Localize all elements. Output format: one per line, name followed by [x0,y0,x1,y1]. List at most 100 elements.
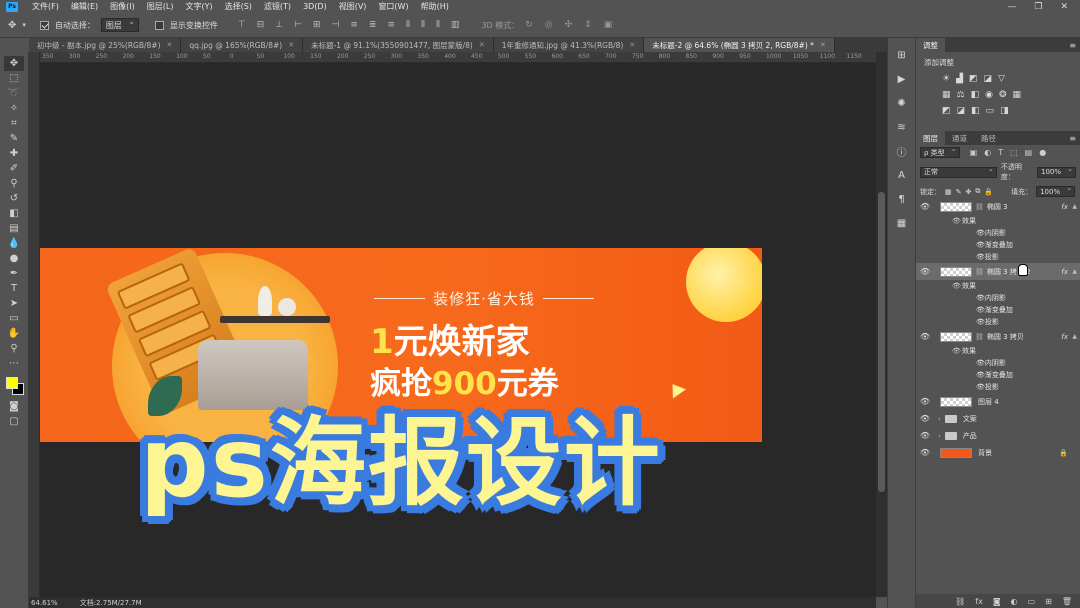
scale-3d-icon[interactable]: ▣ [604,20,613,30]
effect-gradient-overlay[interactable]: 👁 渐变叠加 [916,304,1080,316]
color-balance-icon[interactable]: ⚖ [957,90,965,100]
panel-menu-icon[interactable]: ≡ [1069,41,1076,50]
delete-layer-icon[interactable]: 🗑 [1062,597,1072,606]
healing-brush-tool-icon[interactable]: ✚ [4,146,24,161]
close-tab-icon[interactable]: ✕ [479,41,485,49]
exposure-icon[interactable]: ◪ [984,74,993,84]
selective-color-icon[interactable]: ◨ [1000,106,1009,116]
visibility-eye-icon[interactable]: 👁 [976,318,985,326]
layer-background[interactable]: 👁 背景 🔒 [916,444,1080,461]
properties-panel-icon[interactable]: ≋ [893,120,911,134]
doc-tab-1[interactable]: 初中级 - 副本.jpg @ 25%(RGB/8#) ✕ [29,38,182,52]
expand-chevron-icon[interactable]: › [938,415,941,423]
align-vcenter-icon[interactable]: ⊟ [257,20,265,30]
effect-drop-shadow[interactable]: 👁 投影 [916,251,1080,263]
link-layers-icon[interactable]: ⛓ [955,597,965,606]
filter-toggle-icon[interactable]: ● [1039,148,1046,157]
tool-preset-chevron-icon[interactable]: ▾ [22,21,26,29]
tab-layers[interactable]: 图层 [916,131,945,145]
posterize-icon[interactable]: ◪ [957,106,966,116]
actions-panel-icon[interactable]: ▶ [893,72,911,86]
blend-mode-dropdown[interactable]: 正常 [920,165,997,178]
move-tool-icon[interactable]: ✥ [4,56,24,71]
close-tab-icon[interactable]: ✕ [820,41,826,49]
align-right-icon[interactable]: ⊣ [332,20,340,30]
menu-select[interactable]: 选择(S) [219,1,258,12]
align-left-icon[interactable]: ⊢ [294,20,302,30]
menu-file[interactable]: 文件(F) [26,1,65,12]
layer-ellipse-3-copy-2[interactable]: 👁 ⛓ 椭圆 3 拷贝 2 fx ▲ [916,263,1080,280]
move-tool-icon[interactable]: ✥ [8,20,16,31]
visibility-eye-icon[interactable]: 👁 [952,282,962,290]
doc-tab-5-active[interactable]: 未标题-2 @ 64.6% (椭圆 3 拷贝 2, RGB/8#) * ✕ [644,38,835,52]
eraser-tool-icon[interactable]: ◧ [4,206,24,221]
layer-effects-row[interactable]: 👁 效果 [916,280,1080,292]
channel-mixer-icon[interactable]: ❂ [999,90,1007,100]
distribute-hcenter-icon[interactable]: ⦀ [421,20,425,30]
layer-ellipse-3-copy[interactable]: 👁 ⛓ 椭圆 3 拷贝 fx ▲ [916,328,1080,345]
visibility-eye-icon[interactable]: 👁 [952,347,962,355]
close-icon[interactable]: ✕ [1060,2,1068,12]
character-panel-icon[interactable]: A [893,168,911,182]
vertical-scrollbar[interactable] [876,52,887,597]
menu-filter[interactable]: 滤镜(T) [258,1,297,12]
color-swatches[interactable] [3,375,25,395]
brightness-icon[interactable]: ☀ [942,74,950,84]
auto-align-icon[interactable]: ▥ [451,20,460,30]
doc-tab-2[interactable]: qq.jpg @ 165%(RGB/8#) ✕ [181,38,304,52]
menu-help[interactable]: 帮助(H) [415,1,455,12]
tab-adjustments[interactable]: 调整 [916,38,945,52]
effect-gradient-overlay[interactable]: 👁 渐变叠加 [916,239,1080,251]
visibility-eye-icon[interactable]: 👁 [916,414,934,423]
align-hcenter-icon[interactable]: ⊞ [313,20,321,30]
collapse-arrow-icon[interactable]: ▲ [1072,203,1077,210]
fx-icon[interactable]: fx [1061,203,1068,211]
effect-drop-shadow[interactable]: 👁 投影 [916,316,1080,328]
effect-inner-shadow[interactable]: 👁 内阴影 [916,357,1080,369]
close-tab-icon[interactable]: ✕ [629,41,635,49]
pen-tool-icon[interactable]: ✒ [4,266,24,281]
menu-layer[interactable]: 图层(L) [141,1,180,12]
visibility-eye-icon[interactable]: 👁 [976,359,985,367]
clone-stamp-tool-icon[interactable]: ⚲ [4,176,24,191]
visibility-eye-icon[interactable]: 👁 [976,294,985,302]
invert-icon[interactable]: ◩ [942,106,951,116]
panel-menu-icon[interactable]: ≡ [1069,134,1076,143]
show-transform-checkbox[interactable] [154,20,164,30]
fill-input[interactable]: 100% [1036,184,1076,197]
path-selection-tool-icon[interactable]: ➤ [4,296,24,311]
menu-image[interactable]: 图像(I) [104,1,141,12]
lock-all-icon[interactable]: 🔒 [984,188,993,196]
visibility-eye-icon[interactable]: 👁 [916,397,934,406]
threshold-icon[interactable]: ◧ [971,106,980,116]
doc-tab-4[interactable]: 1年重修通知.jpg @ 41.3%(RGB/8) ✕ [493,38,645,52]
screen-mode-icon[interactable]: ▢ [4,414,24,429]
distribute-right-icon[interactable]: ⦀ [436,20,440,30]
canvas-workspace[interactable]: 装修狂·省大钱 1元焕新家 疯抢900元券 ps海报设计 [40,63,876,597]
pan-3d-icon[interactable]: ✣ [565,20,573,30]
zoom-level[interactable]: 64.61% [31,599,58,607]
gradient-tool-icon[interactable]: ▤ [4,221,24,236]
add-style-icon[interactable]: fx [975,597,983,606]
close-tab-icon[interactable]: ✕ [288,41,294,49]
adjustment-filter-icon[interactable]: ◐ [984,148,991,157]
add-mask-icon[interactable]: ◙ [993,597,1001,606]
black-white-icon[interactable]: ◧ [971,90,980,100]
levels-icon[interactable]: ▟ [956,74,963,84]
zoom-tool-icon[interactable]: ⚲ [4,341,24,356]
lock-pixels-icon[interactable]: ✎ [956,188,962,196]
blur-tool-icon[interactable]: 💧 [4,236,24,251]
effect-gradient-overlay[interactable]: 👁 渐变叠加 [916,369,1080,381]
libraries-panel-icon[interactable]: ▦ [893,216,911,230]
visibility-eye-icon[interactable]: 👁 [952,217,962,225]
type-filter-icon[interactable]: T [998,148,1003,157]
new-group-icon[interactable]: ▭ [1028,597,1036,606]
minimize-icon[interactable]: — [1007,2,1016,12]
opacity-input[interactable]: 100% [1036,165,1076,178]
eyedropper-tool-icon[interactable]: ✎ [4,131,24,146]
foreground-color-swatch[interactable] [6,377,18,389]
orbit-3d-icon[interactable]: ↻ [525,20,533,30]
tab-channels[interactable]: 通道 [945,131,974,145]
auto-select-checkbox[interactable] [39,20,49,30]
visibility-eye-icon[interactable]: 👁 [916,332,934,341]
